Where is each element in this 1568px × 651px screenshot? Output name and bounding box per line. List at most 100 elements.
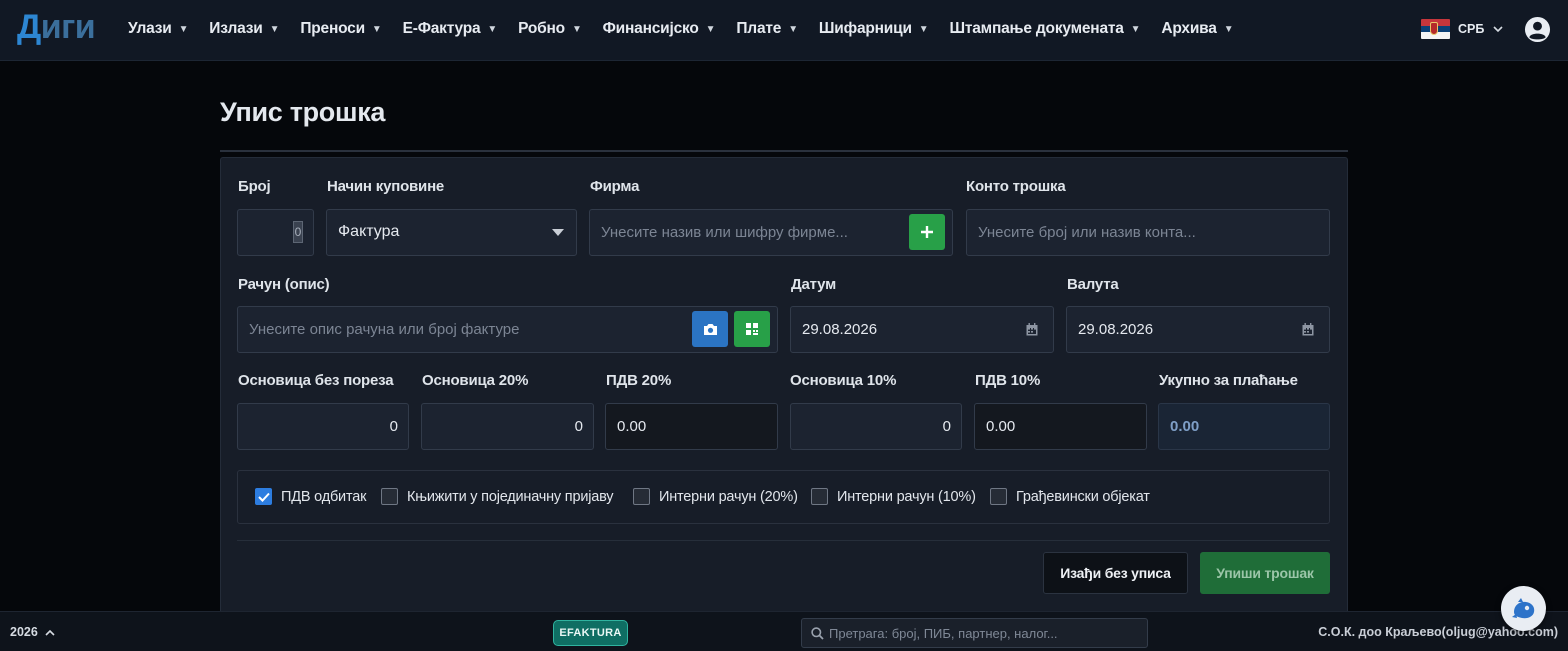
osnovica-bez-poreza-input[interactable]: 0	[237, 403, 409, 450]
checkbox-knjiziti-pojedinacnu[interactable]: Књижити у појединачну пријаву	[381, 488, 614, 505]
checkbox-label: Интерни рачун (10%)	[837, 488, 976, 505]
pdv-10-value: 0.00	[986, 418, 1016, 435]
checkbox-unchecked-icon[interactable]	[811, 488, 828, 505]
ukupno-field: 0.00	[1158, 403, 1330, 450]
checkbox-interni-20[interactable]: Интерни рачун (20%)	[633, 488, 798, 505]
broj-label: Број	[238, 178, 271, 195]
checkmark-icon	[257, 492, 270, 502]
language-selector[interactable]: СРБ	[1421, 19, 1504, 39]
checkbox-interni-10[interactable]: Интерни рачун (10%)	[811, 488, 976, 505]
checkbox-label: Грађевински објекат	[1016, 488, 1150, 505]
valuta-value: 29.08.2026	[1078, 321, 1154, 338]
qr-scan-button[interactable]	[734, 311, 770, 347]
osnovica-10-value: 0	[942, 418, 951, 435]
logo-initial: Д	[17, 8, 41, 46]
nacin-kupovine-label: Начин куповине	[327, 178, 445, 195]
osnovica-bez-poreza-value: 0	[389, 418, 398, 435]
konto-label: Конто трошка	[966, 178, 1066, 195]
nav-item-plate[interactable]: Плате ▼	[736, 20, 798, 38]
osnovica-10-label: Основица 10%	[790, 372, 897, 389]
status-bar: 2026 EFAKTURA Претрага: број, ПИБ, партн…	[0, 611, 1568, 651]
caret-down-icon: ▼	[269, 23, 280, 35]
top-navbar: Диги Улази ▼ Излази ▼ Преноси ▼ Е-Фактура ▼ …	[0, 0, 1568, 61]
firma-placeholder: Унесите назив или шифру фирме...	[601, 224, 848, 241]
nacin-kupovine-select[interactable]: Фактура	[326, 209, 577, 256]
year-selector[interactable]: 2026	[10, 625, 55, 639]
nav-item-efaktura[interactable]: Е-Фактура ▼	[403, 20, 498, 38]
konto-placeholder: Унесите број или назив конта...	[978, 224, 1196, 241]
nav-item-izlazi[interactable]: Излази ▼	[209, 20, 279, 38]
calendar-icon[interactable]	[1302, 323, 1314, 336]
nav-item-prenosi[interactable]: Преноси ▼	[300, 20, 382, 38]
caret-down-icon: ▼	[1223, 23, 1234, 35]
exit-without-save-button[interactable]: Изађи без уписа	[1043, 552, 1188, 594]
nav-item-label: Финансијско	[602, 20, 699, 37]
efaktura-badge[interactable]: EFAKTURA	[553, 620, 628, 646]
global-search-input[interactable]: Претрага: број, ПИБ, партнер, налог...	[801, 618, 1148, 648]
checkbox-pdv-odbitak[interactable]: ПДВ одбитак	[255, 488, 366, 505]
caret-down-icon: ▼	[571, 23, 582, 35]
dropdown-arrow-icon	[552, 229, 564, 236]
pdv-20-value: 0.00	[617, 418, 647, 435]
nacin-kupovine-value: Фактура	[338, 223, 400, 240]
camera-button[interactable]	[692, 311, 728, 347]
nav-item-ulazi[interactable]: Улази ▼	[128, 20, 188, 38]
checkbox-unchecked-icon[interactable]	[381, 488, 398, 505]
osnovica-bez-poreza-label: Основица без пореза	[238, 372, 394, 389]
pdv-20-field: 0.00	[605, 403, 778, 450]
nav-item-label: Е-Фактура	[402, 20, 481, 37]
konto-input[interactable]: Унесите број или назив конта...	[966, 209, 1330, 256]
title-divider	[220, 150, 1348, 152]
valuta-input[interactable]: 29.08.2026	[1066, 306, 1330, 353]
nav-item-finansijsko[interactable]: Финансијско ▼	[603, 20, 716, 38]
language-label: СРБ	[1458, 22, 1485, 36]
nav-item-label: Излази	[209, 20, 263, 37]
nav-item-arhiva[interactable]: Архива ▼	[1161, 20, 1233, 38]
ukupno-value: 0.00	[1170, 418, 1200, 435]
calendar-icon[interactable]	[1026, 323, 1038, 336]
broj-input[interactable]: 0	[237, 209, 314, 256]
assistant-float-button[interactable]	[1501, 586, 1546, 631]
osnovica-10-input[interactable]: 0	[790, 403, 962, 450]
chevron-up-icon	[45, 629, 55, 636]
app-logo[interactable]: Диги	[17, 6, 96, 48]
nav-item-label: Архива	[1161, 20, 1217, 37]
search-icon	[811, 627, 824, 640]
checkbox-checked-icon[interactable]	[255, 488, 272, 505]
nav-item-label: Штампање докумената	[949, 20, 1124, 37]
save-expense-button[interactable]: Упиши трошак	[1200, 552, 1330, 594]
add-firma-button[interactable]	[909, 214, 945, 250]
racun-placeholder: Унесите опис рачуна или број фактуре	[249, 321, 520, 338]
main-menu: Улази ▼ Излази ▼ Преноси ▼ Е-Фактура ▼ Робно…	[128, 0, 1254, 58]
osnovica-20-input[interactable]: 0	[421, 403, 594, 450]
nav-item-label: Плате	[736, 20, 782, 37]
osnovica-20-label: Основица 20%	[422, 372, 529, 389]
checkbox-unchecked-icon[interactable]	[633, 488, 650, 505]
serbia-flag-icon	[1421, 19, 1450, 39]
caret-down-icon: ▼	[371, 23, 382, 35]
firma-input[interactable]: Унесите назив или шифру фирме...	[589, 209, 953, 256]
osnovica-20-value: 0	[574, 418, 583, 435]
checkbox-unchecked-icon[interactable]	[990, 488, 1007, 505]
ukupno-label: Укупно за плаћање	[1159, 372, 1298, 389]
chevron-down-icon	[1493, 26, 1503, 33]
pdv-20-label: ПДВ 20%	[606, 372, 672, 389]
plus-icon	[921, 226, 933, 238]
checkbox-label: ПДВ одбитак	[281, 488, 367, 505]
datum-input[interactable]: 29.08.2026	[790, 306, 1054, 353]
camera-icon	[703, 323, 717, 335]
page-title: Упис трошка	[220, 97, 386, 127]
nav-item-stampanje[interactable]: Штампање докумената ▼	[950, 20, 1141, 38]
user-account-icon[interactable]	[1524, 16, 1551, 43]
nav-item-sifarnici[interactable]: Шифарници ▼	[819, 20, 929, 38]
caret-down-icon: ▼	[788, 23, 798, 35]
racun-label: Рачун (опис)	[238, 276, 330, 293]
datum-label: Датум	[791, 276, 836, 293]
caret-down-icon: ▼	[705, 23, 716, 35]
pdv-10-field: 0.00	[974, 403, 1147, 450]
caret-down-icon: ▼	[178, 23, 189, 35]
nav-item-label: Преноси	[300, 20, 365, 37]
nav-item-robno[interactable]: Робно ▼	[518, 20, 582, 38]
checkbox-label: Књижити у појединачну пријаву	[407, 488, 614, 505]
checkbox-gradjevinski-objekat[interactable]: Грађевински објекат	[990, 488, 1150, 505]
